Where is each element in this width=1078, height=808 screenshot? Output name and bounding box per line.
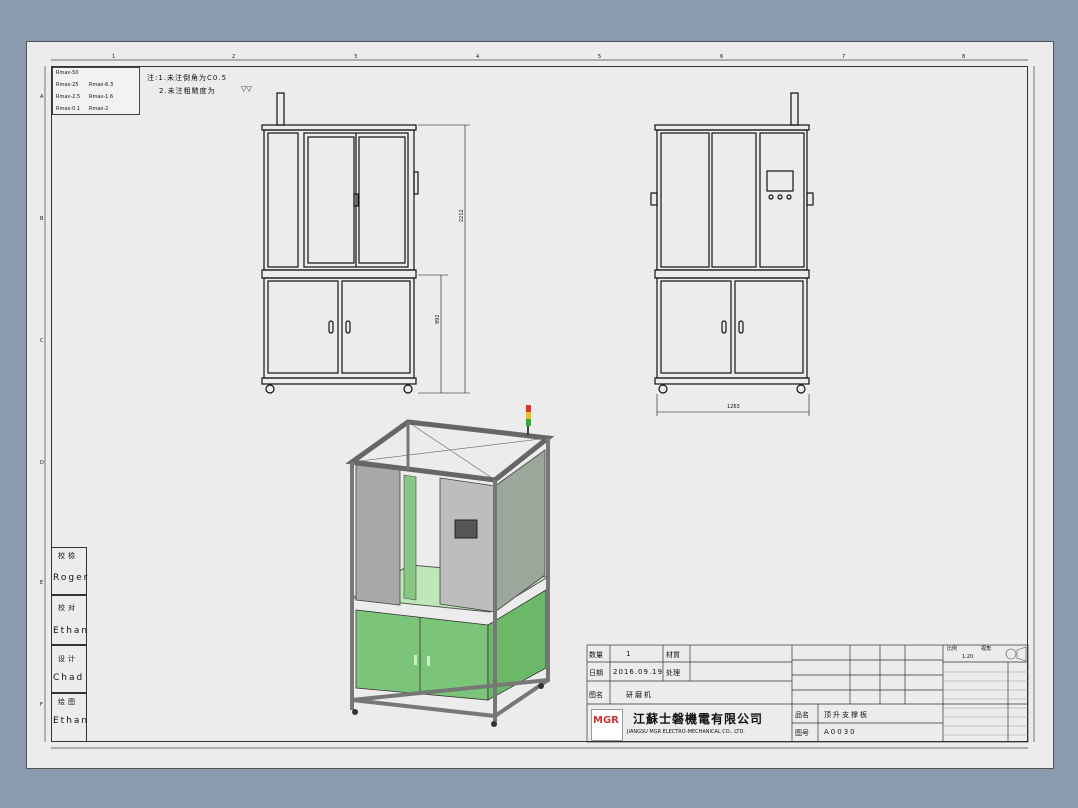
signature-cell: 校檢 Roger [51, 547, 87, 595]
drawing-views [44, 59, 1035, 749]
dim-width: 1263 [727, 404, 740, 410]
company-logo: MGR [591, 709, 623, 741]
dim-height-lower: 992 [435, 314, 441, 324]
projection-symbol-icon [1005, 648, 1017, 660]
number-value: A0030 [824, 728, 857, 736]
material-label: 材質 [666, 651, 680, 659]
company-name-cn: 江蘇士磐機電有限公司 [633, 712, 764, 726]
number-label: 图号 [795, 729, 809, 737]
side-view [650, 92, 814, 416]
signature-cell: 设计 Chad [51, 645, 87, 693]
date-value: 2016.09.19 [613, 668, 664, 676]
signature-cell: 校对 Ethan [51, 595, 87, 645]
drawing-value: 研磨机 [626, 691, 653, 699]
part-value: 顶升支撑板 [824, 711, 869, 719]
qty-value: 1 [626, 650, 631, 658]
view-label: 视角 [981, 646, 992, 652]
part-label: 品名 [795, 711, 809, 719]
company-name-en: JIANGSU MGR ELECTRO-MECHANICAL CO., LTD. [627, 729, 745, 735]
dim-height-total: 2212 [459, 209, 465, 222]
isometric-view [345, 405, 555, 727]
scale-label: 比例 [947, 646, 958, 652]
front-view [261, 92, 470, 394]
signature-cell: 绘图 Ethan [51, 693, 87, 742]
date-label: 日期 [589, 669, 603, 677]
scale-value: 1:20 [962, 654, 974, 660]
process-label: 处理 [666, 669, 680, 677]
drawing-label: 图名 [589, 691, 603, 699]
qty-label: 数量 [589, 651, 603, 659]
